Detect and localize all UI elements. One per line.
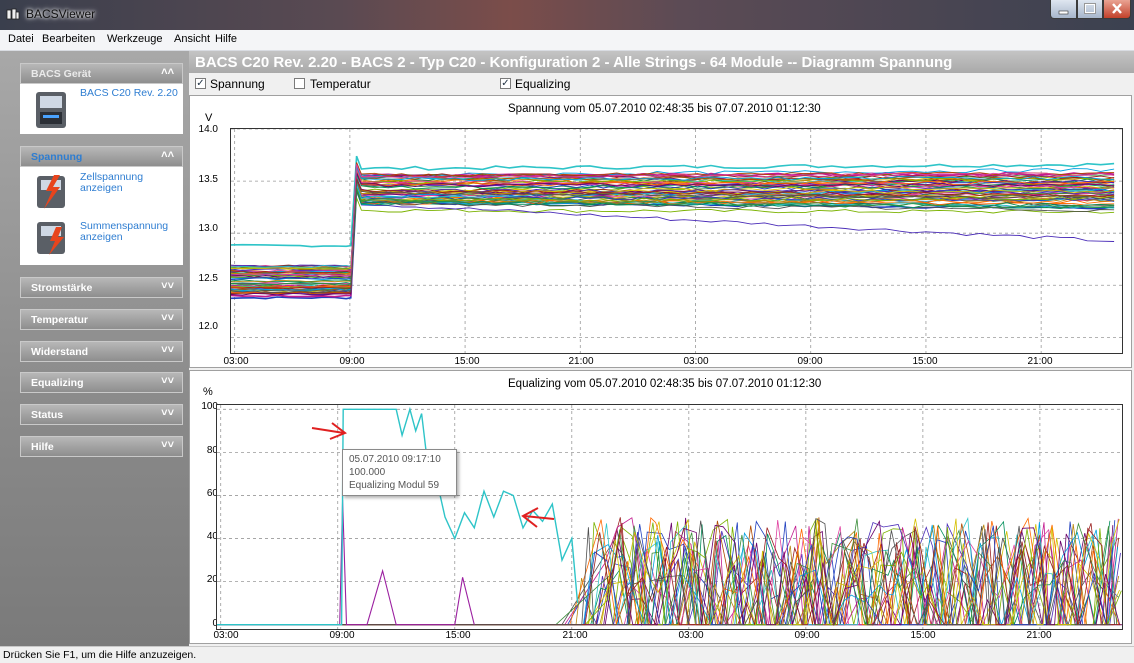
equalizing-y-tick: 80	[206, 445, 218, 456]
sidebar-header-bacs-geraet[interactable]: BACS Gerät ˄˄	[20, 63, 183, 84]
status-bar: Drücken Sie F1, um die Hilfe anzuzeigen.	[0, 646, 1134, 663]
menu-datei[interactable]: Datei	[8, 33, 34, 45]
red-arrow-icon	[521, 507, 555, 528]
voltage-y-tick: 13.0	[198, 223, 218, 234]
chevron-down-icon: ˅˅	[161, 280, 174, 292]
sidebar-panel-device: BACS C20 Rev. 2.20	[20, 84, 183, 134]
voltage-x-tick: 03:00	[223, 356, 249, 367]
sum-voltage-icon	[37, 222, 65, 255]
summenspannung-link-line2[interactable]: anzeigen	[80, 232, 123, 243]
sidebar-item-equalizing[interactable]: Equalizing ˅˅	[20, 372, 183, 393]
zellspannung-link-line2[interactable]: anzeigen	[80, 183, 123, 194]
page-title: BACS C20 Rev. 2.20 - BACS 2 - Typ C20 - …	[195, 54, 953, 71]
voltage-x-tick: 15:00	[454, 356, 480, 367]
equalizing-x-tick: 15:00	[910, 630, 936, 641]
series-options: ✓ Spannung Temperatur ✓ Equalizing	[189, 73, 1134, 95]
sidebar-panel-spannung: Zellspannung anzeigen Summenspannung anz…	[20, 167, 183, 265]
equalizing-x-tick: 09:00	[794, 630, 820, 641]
minimize-button[interactable]	[1050, 0, 1077, 19]
sidebar-header-spannung[interactable]: Spannung ˄˄	[20, 146, 183, 167]
menu-ansicht[interactable]: Ansicht	[174, 33, 210, 45]
tooltip-series: Equalizing Modul 59	[349, 480, 440, 491]
equalizing-x-tick: 15:00	[445, 630, 471, 641]
menu-werkzeuge[interactable]: Werkzeuge	[107, 33, 162, 45]
equalizing-x-tick: 21:00	[1026, 630, 1052, 641]
checkbox-spannung-label[interactable]: Spannung	[210, 77, 265, 91]
cell-voltage-icon	[37, 175, 65, 209]
checkbox-spannung[interactable]: ✓	[195, 78, 206, 89]
equalizing-y-tick: 20	[206, 574, 218, 585]
voltage-x-tick: 15:00	[912, 356, 938, 367]
menu-hilfe[interactable]: Hilfe	[215, 33, 237, 45]
equalizing-plot-area[interactable]	[216, 404, 1123, 630]
voltage-x-tick: 09:00	[797, 356, 823, 367]
voltage-x-tick: 21:00	[1027, 356, 1053, 367]
voltage-y-unit: V	[205, 112, 213, 124]
voltage-y-tick: 12.5	[198, 273, 218, 284]
equalizing-series-line	[217, 499, 475, 626]
data-point-tooltip: 05.07.2010 09:17:10 100.000 Equalizing M…	[342, 449, 457, 496]
red-arrow-icon	[311, 422, 348, 440]
checkbox-equalizing-label[interactable]: Equalizing	[515, 77, 570, 91]
voltage-x-tick: 09:00	[339, 356, 365, 367]
chevron-down-icon: ˅˅	[161, 344, 174, 356]
chevron-up-icon: ˄˄	[161, 66, 174, 78]
checkbox-temperatur-label[interactable]: Temperatur	[310, 77, 371, 91]
chevron-down-icon: ˅˅	[161, 312, 174, 324]
chevron-up-icon: ˄˄	[161, 149, 174, 161]
equalizing-y-tick: 0	[192, 618, 218, 629]
chevron-down-icon: ˅˅	[161, 439, 174, 451]
equalizing-y-tick: 100	[201, 401, 218, 412]
checkbox-equalizing[interactable]: ✓	[500, 78, 511, 89]
voltage-y-tick: 14.0	[198, 124, 218, 135]
equalizing-chart-svg	[217, 405, 1122, 629]
voltage-x-tick: 21:00	[568, 356, 594, 367]
checkbox-temperatur[interactable]	[294, 78, 305, 89]
voltage-chart-title: Spannung vom 05.07.2010 02:48:35 bis 07.…	[508, 103, 821, 115]
title-bar: BACSViewer	[0, 0, 1134, 30]
window-title: BACSViewer	[26, 7, 96, 21]
equalizing-chart-title: Equalizing vom 05.07.2010 02:48:35 bis 0…	[508, 378, 822, 390]
minimize-icon	[1058, 10, 1069, 15]
chevron-down-icon: ˅˅	[161, 407, 174, 419]
voltage-chart-svg	[230, 128, 1122, 353]
sidebar-item-hilfe[interactable]: Hilfe ˅˅	[20, 436, 183, 457]
tooltip-timestamp: 05.07.2010 09:17:10	[349, 454, 441, 465]
device-link[interactable]: BACS C20 Rev. 2.20	[80, 88, 178, 99]
voltage-y-tick: 13.5	[198, 174, 218, 185]
equalizing-y-tick: 40	[206, 531, 218, 542]
close-button[interactable]	[1103, 0, 1131, 19]
sidebar: BACS Gerät ˄˄ BACS C20 Rev. 2.20 Spannun…	[0, 51, 189, 646]
app-icon	[6, 8, 20, 20]
page-header: BACS C20 Rev. 2.20 - BACS 2 - Typ C20 - …	[189, 51, 1134, 73]
device-icon	[36, 92, 66, 128]
sidebar-item-temperatur[interactable]: Temperatur ˅˅	[20, 309, 183, 330]
menu-bearbeiten[interactable]: Bearbeiten	[42, 33, 95, 45]
status-text: Drücken Sie F1, um die Hilfe anzuzeigen.	[3, 649, 197, 661]
menu-bar: Datei Bearbeiten Werkzeuge Ansicht Hilfe	[0, 30, 1134, 51]
equalizing-x-tick: 03:00	[213, 630, 239, 641]
equalizing-x-tick: 09:00	[329, 630, 355, 641]
tooltip-value: 100.000	[349, 467, 386, 478]
equalizing-y-tick: 60	[206, 488, 218, 499]
close-icon	[1112, 3, 1122, 14]
voltage-x-tick: 03:00	[683, 356, 709, 367]
equalizing-y-unit: %	[203, 386, 213, 398]
voltage-chart-panel: Spannung vom 05.07.2010 02:48:35 bis 07.…	[189, 95, 1132, 368]
voltage-plot-area[interactable]	[230, 128, 1123, 354]
voltage-y-tick: 12.0	[198, 321, 218, 332]
maximize-icon	[1084, 3, 1096, 14]
sidebar-item-status[interactable]: Status ˅˅	[20, 404, 183, 425]
equalizing-x-tick: 21:00	[562, 630, 588, 641]
chevron-down-icon: ˅˅	[161, 375, 174, 387]
maximize-button[interactable]	[1077, 0, 1103, 19]
equalizing-chart-panel: Equalizing vom 05.07.2010 02:48:35 bis 0…	[189, 370, 1132, 644]
equalizing-x-tick: 03:00	[678, 630, 704, 641]
sidebar-item-widerstand[interactable]: Widerstand ˅˅	[20, 341, 183, 362]
sidebar-item-stromstaerke[interactable]: Stromstärke ˅˅	[20, 277, 183, 298]
